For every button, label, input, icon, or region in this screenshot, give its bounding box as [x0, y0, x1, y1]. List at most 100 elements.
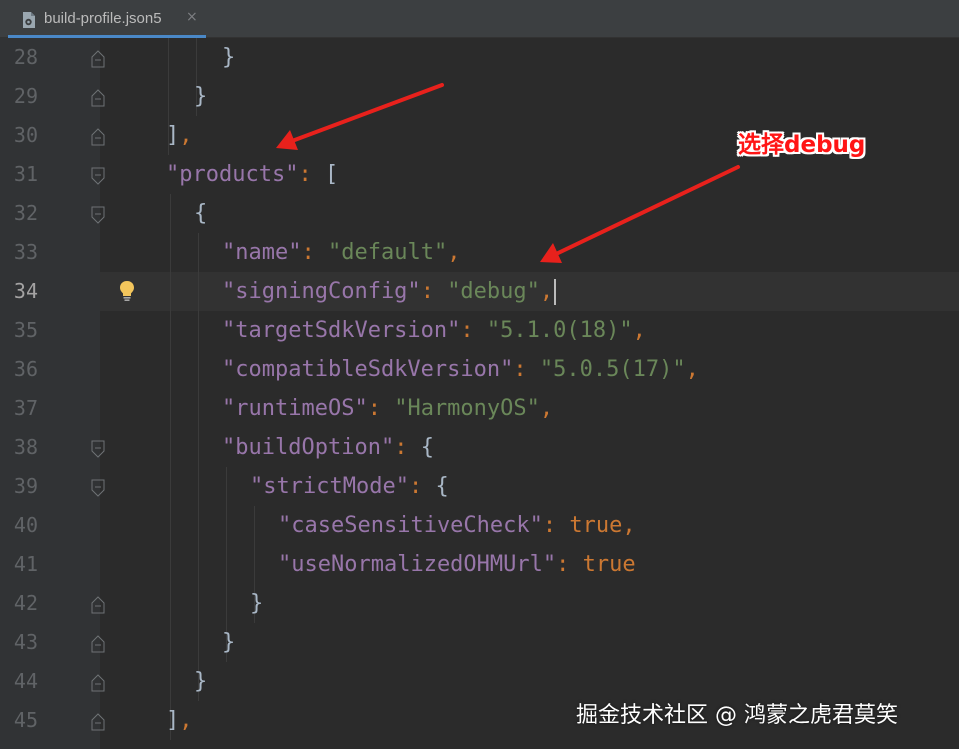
line-number: 45	[13, 708, 38, 732]
json-brace: }	[250, 591, 264, 616]
line-number: 31	[13, 162, 38, 186]
json-colon: :	[542, 513, 570, 538]
close-icon[interactable]: ×	[186, 9, 198, 25]
code-line-32: {	[194, 194, 207, 233]
json-comma: ,	[685, 357, 699, 382]
json-comma: ,	[179, 708, 193, 733]
fold-end-icon[interactable]	[90, 128, 106, 146]
json-brace: {	[194, 201, 208, 226]
line-number: 41	[13, 552, 38, 576]
watermark: 掘金技术社区 @ 鸿蒙之虎君莫笑	[576, 703, 898, 728]
annotation-label: 选择debug	[738, 132, 866, 158]
tab-build-profile[interactable]: build-profile.json5 ×	[8, 0, 206, 38]
line-number: 44	[13, 669, 38, 693]
code-line-39: "strictMode": {	[250, 467, 449, 506]
code-line-33: "name": "default",	[222, 233, 460, 272]
json-bracket: ]	[166, 123, 180, 148]
code-line-31: "products": [	[166, 155, 338, 194]
code-line-44: }	[194, 662, 207, 701]
json-key: "signingConfig"	[222, 279, 421, 304]
json-colon: :	[408, 474, 436, 499]
code-line-30: ],	[166, 116, 193, 155]
text-caret	[554, 279, 557, 305]
line-number: 33	[13, 240, 38, 264]
line-number: 38	[13, 435, 38, 459]
indent-guide	[198, 233, 199, 701]
lightbulb-icon[interactable]	[118, 280, 136, 302]
line-number: 35	[13, 318, 38, 342]
json-key: "compatibleSdkVersion"	[222, 357, 514, 382]
json-colon: :	[460, 318, 487, 343]
fold-start-icon[interactable]	[90, 479, 106, 497]
json-colon: :	[420, 279, 448, 304]
indent-guide	[170, 194, 171, 740]
json-comma: ,	[179, 123, 193, 148]
json-string-value: "5.1.0(18)"	[486, 318, 633, 343]
json-colon: :	[556, 552, 583, 577]
json-key: "targetSdkVersion"	[222, 318, 461, 343]
json-brace: {	[420, 435, 434, 460]
json-bracket: [	[324, 162, 339, 187]
line-number: 32	[13, 201, 38, 225]
json-comma: ,	[539, 396, 554, 421]
code-line-28: }	[222, 38, 235, 77]
json-colon: :	[298, 162, 325, 187]
line-number: 29	[13, 84, 38, 108]
json-string-value: "default"	[327, 240, 448, 265]
line-number: 43	[13, 630, 38, 654]
fold-start-icon[interactable]	[90, 167, 106, 185]
code-line-40: "caseSensitiveCheck": true,	[278, 506, 636, 545]
tab-label: build-profile.json5	[44, 10, 162, 27]
json-colon: :	[367, 396, 395, 421]
code-line-42: }	[250, 584, 263, 623]
json-boolean-value: true	[582, 552, 636, 577]
json-brace: }	[222, 45, 236, 70]
json-comma: ,	[539, 279, 554, 304]
json-brace: }	[194, 84, 208, 109]
fold-end-icon[interactable]	[90, 674, 106, 692]
json-brace: {	[435, 474, 449, 499]
json-key: "buildOption"	[222, 435, 395, 460]
code-line-29: }	[194, 77, 207, 116]
line-number-active: 34	[13, 279, 38, 303]
json-bracket: ]	[166, 708, 180, 733]
json-colon: :	[394, 435, 421, 460]
code-line-35: "targetSdkVersion": "5.1.0(18)",	[222, 311, 646, 350]
line-number: 37	[13, 396, 38, 420]
json-key: "useNormalizedOHMUrl"	[278, 552, 557, 577]
fold-end-icon[interactable]	[90, 635, 106, 653]
fold-end-icon[interactable]	[90, 89, 106, 107]
json-brace: }	[222, 630, 236, 655]
json-comma: ,	[622, 513, 636, 538]
line-number: 40	[13, 513, 38, 537]
json-key: "runtimeOS"	[222, 396, 368, 421]
fold-start-icon[interactable]	[90, 440, 106, 458]
fold-start-icon[interactable]	[90, 206, 106, 224]
json5-file-icon	[23, 12, 35, 28]
fold-end-icon[interactable]	[90, 713, 106, 731]
json-string-value: "HarmonyOS"	[394, 396, 540, 421]
editor-tab-bar: build-profile.json5 ×	[0, 0, 959, 38]
line-number: 30	[13, 123, 38, 147]
json-key: "name"	[222, 240, 302, 265]
code-line-36: "compatibleSdkVersion": "5.0.5(17)",	[222, 350, 699, 389]
code-line-45: ],	[166, 701, 193, 740]
json-colon: :	[513, 357, 540, 382]
line-number: 39	[13, 474, 38, 498]
json-key: "caseSensitiveCheck"	[278, 513, 543, 538]
json-colon: :	[301, 240, 328, 265]
code-line-37: "runtimeOS": "HarmonyOS",	[222, 389, 553, 428]
code-line-41: "useNormalizedOHMUrl": true	[278, 545, 636, 584]
json-key: "strictMode"	[250, 474, 409, 499]
line-number: 36	[13, 357, 38, 381]
fold-end-icon[interactable]	[90, 50, 106, 68]
json-comma: ,	[447, 240, 461, 265]
json-comma: ,	[632, 318, 646, 343]
json-boolean-value: true	[569, 513, 623, 538]
json-string-value: "5.0.5(17)"	[539, 357, 686, 382]
fold-end-icon[interactable]	[90, 596, 106, 614]
code-line-34: "signingConfig": "debug",	[222, 272, 557, 311]
code-line-43: }	[222, 623, 235, 662]
json-key: "products"	[166, 162, 299, 187]
json-brace: }	[194, 669, 208, 694]
